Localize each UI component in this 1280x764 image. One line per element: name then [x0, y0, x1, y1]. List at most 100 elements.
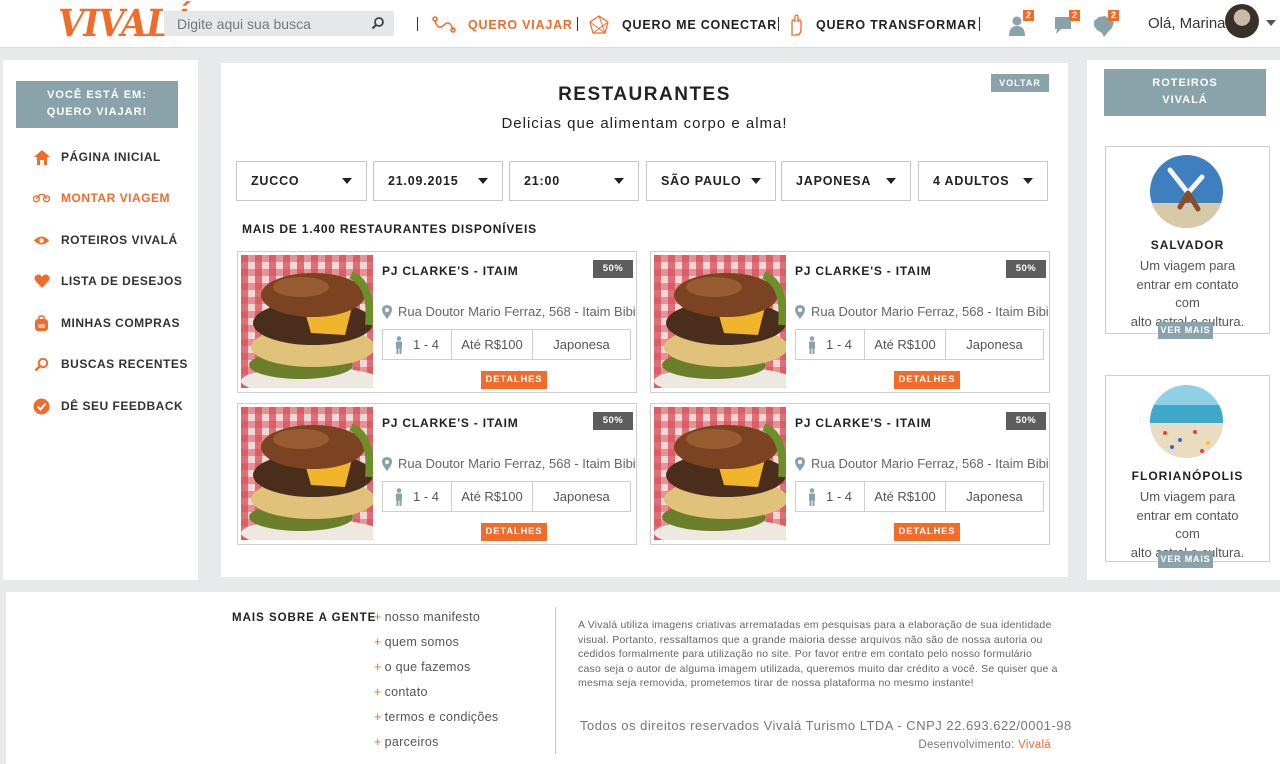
- friends-button[interactable]: 2: [1006, 10, 1034, 38]
- sidebar-item-pagina-inicial[interactable]: PÁGINA INICIAL: [33, 148, 161, 166]
- destination-name: SALVADOR: [1150, 238, 1225, 252]
- chevron-down-icon: [614, 178, 624, 184]
- search-icon[interactable]: [371, 16, 385, 30]
- top-header: VIVALÁ QUERO VIAJAR QUERO ME CONECTAR QU…: [0, 0, 1280, 48]
- footer-link-label: nosso manifesto: [384, 610, 481, 624]
- footer-divider: [555, 607, 556, 754]
- footer-link-parceiros[interactable]: + parceiros: [374, 735, 439, 749]
- footer-link-o-que-fazemos[interactable]: + o que fazemos: [374, 660, 471, 674]
- restaurant-name[interactable]: PJ CLARKE'S - ITAIM: [795, 416, 932, 430]
- cuisine-type: Japonesa: [966, 337, 1023, 352]
- avatar[interactable]: [1225, 4, 1259, 38]
- cuisine-type: Japonesa: [553, 337, 610, 352]
- see-more-button[interactable]: VER MAIS: [1158, 322, 1213, 339]
- person-icon: [395, 335, 402, 354]
- details-button[interactable]: DETALHES: [481, 523, 547, 541]
- restaurant-card[interactable]: PJ CLARKE'S - ITAIM 50% Rua Doutor Mario…: [650, 251, 1050, 393]
- search-box[interactable]: [164, 11, 394, 36]
- sidebar-item-montar-viagem[interactable]: MONTAR VIAGEM: [33, 189, 170, 207]
- bike-icon: [33, 190, 50, 207]
- price-range: Até R$100: [865, 330, 946, 359]
- search-icon: [33, 356, 50, 373]
- filter-city-select[interactable]: SÃO PAULO: [646, 161, 776, 201]
- filter-time-select[interactable]: 21:00: [509, 161, 639, 201]
- restaurant-info: 1 - 4 Até R$100 Japonesa: [382, 329, 631, 360]
- check-icon: [33, 398, 50, 415]
- map-button[interactable]: 2: [1091, 10, 1119, 38]
- restaurant-name[interactable]: PJ CLARKE'S - ITAIM: [382, 416, 519, 430]
- destination-card-salvador[interactable]: SALVADOR Um viagem para entrar em contat…: [1105, 146, 1270, 339]
- chevron-down-icon[interactable]: [1266, 20, 1276, 26]
- route-icon: [432, 16, 456, 33]
- sidebar-item-label: ROTEIROS VIVALÁ: [61, 233, 178, 247]
- nav-quero-viajar[interactable]: QUERO VIAJAR: [432, 16, 573, 33]
- filter-guests-select[interactable]: 4 ADULTOS: [918, 161, 1048, 201]
- see-more-button[interactable]: VER MAIS: [1158, 551, 1213, 568]
- footer-link-quem-somos[interactable]: + quem somos: [374, 635, 459, 649]
- sidebar-item-minhas-compras[interactable]: MINHAS COMPRAS: [33, 314, 180, 332]
- sidebar-item-roteiros-vivala[interactable]: ROTEIROS VIVALÁ: [33, 231, 178, 249]
- restaurant-name[interactable]: PJ CLARKE'S - ITAIM: [795, 264, 932, 278]
- location-pin-icon: [795, 304, 805, 319]
- filter-value: 4 ADULTOS: [933, 174, 1010, 188]
- discount-badge: 50%: [1006, 260, 1046, 278]
- filter-cuisine-select[interactable]: JAPONESA: [781, 161, 911, 201]
- notification-badge: 2: [1069, 10, 1080, 21]
- sidebar-item-de-seu-feedback[interactable]: DÊ SEU FEEDBACK: [33, 397, 183, 415]
- footer-link-manifesto[interactable]: + nosso manifesto: [374, 610, 480, 624]
- sidebar-item-lista-de-desejos[interactable]: LISTA DE DESEJOS: [33, 272, 182, 290]
- sidebar-item-buscas-recentes[interactable]: BUSCAS RECENTES: [33, 355, 188, 373]
- messages-button[interactable]: 2: [1052, 10, 1080, 38]
- details-button[interactable]: DETALHES: [894, 523, 960, 541]
- footer-link-label: quem somos: [384, 635, 460, 649]
- footer: MAIS SOBRE A GENTE + nosso manifesto + que…: [6, 592, 1280, 764]
- right-sidebar: ROTEIROS VIVALÁ SALVADOR Um viagem para …: [1087, 60, 1280, 580]
- left-sidebar: VOCÊ ESTÁ EM: QUERO VIAJAR! PÁGINA INICI…: [3, 60, 198, 580]
- restaurant-name[interactable]: PJ CLARKE'S - ITAIM: [382, 264, 519, 278]
- location-pin-icon: [795, 456, 805, 471]
- burger-photo: [241, 407, 373, 540]
- description-line: Um viagem para: [1139, 258, 1236, 273]
- restaurant-card[interactable]: PJ CLARKE'S - ITAIM 50% Rua Doutor Mario…: [650, 403, 1050, 545]
- filter-restaurant-select[interactable]: ZUCCO: [236, 161, 367, 201]
- location-line2: QUERO VIAJAR!: [46, 106, 148, 118]
- chevron-down-icon: [751, 178, 761, 184]
- developer-link[interactable]: Vivalá: [1018, 739, 1051, 751]
- roteiros-line1: ROTEIROS: [1152, 77, 1218, 89]
- sidebar-item-label: MONTAR VIAGEM: [61, 191, 170, 205]
- details-button[interactable]: DETALHES: [481, 371, 547, 389]
- filter-value: SÃO PAULO: [661, 174, 742, 188]
- roteiros-line2: VIVALÁ: [1162, 94, 1208, 106]
- nav-label: QUERO ME CONECTAR: [622, 18, 778, 32]
- party-size-text: 1 - 4: [412, 337, 439, 352]
- nav-quero-transformar[interactable]: QUERO TRANSFORMAR: [788, 14, 977, 36]
- footer-link-termos[interactable]: + termos e condições: [374, 710, 498, 724]
- cuisine-type: Japonesa: [966, 489, 1023, 504]
- search-input[interactable]: [164, 11, 359, 36]
- party-size-text: 1 - 4: [825, 337, 852, 352]
- person-icon: [808, 335, 815, 354]
- destination-card-florianopolis[interactable]: FLORIANÓPOLIS Um viagem para entrar em c…: [1105, 375, 1270, 568]
- details-button[interactable]: DETALHES: [894, 371, 960, 389]
- sidebar-item-label: LISTA DE DESEJOS: [61, 274, 183, 288]
- restaurant-card[interactable]: PJ CLARKE'S - ITAIM 50% Rua Doutor Mario…: [237, 403, 637, 545]
- address-text: Rua Doutor Mario Ferraz, 568 - Itaim Bib…: [811, 304, 1049, 319]
- home-icon: [33, 149, 50, 166]
- copyright: Todos os direitos reservados Vivalá Turi…: [580, 718, 1072, 733]
- party-size-text: 1 - 4: [825, 489, 852, 504]
- developer-prefix: Desenvolvimento:: [918, 739, 1019, 751]
- address: Rua Doutor Mario Ferraz, 568 - Itaim Bib…: [382, 304, 636, 319]
- nav-quero-me-conectar[interactable]: QUERO ME CONECTAR: [588, 15, 778, 34]
- restaurant-card[interactable]: PJ CLARKE'S - ITAIM 50% Rua Doutor Mario…: [237, 251, 637, 393]
- address: Rua Doutor Mario Ferraz, 568 - Itaim Bib…: [382, 456, 636, 471]
- party-size-text: 1 - 4: [412, 489, 439, 504]
- party-size: 1 - 4: [383, 482, 452, 511]
- location-indicator: VOCÊ ESTÁ EM: QUERO VIAJAR!: [16, 81, 178, 128]
- footer-link-contato[interactable]: + contato: [374, 685, 428, 699]
- sidebar-item-label: PÁGINA INICIAL: [61, 150, 161, 164]
- roteiros-heading: ROTEIROS VIVALÁ: [1104, 69, 1266, 116]
- plus-icon: +: [374, 610, 382, 624]
- location-pin-icon: [382, 304, 392, 319]
- user-greeting[interactable]: Olá, Marina: [1148, 15, 1226, 32]
- filter-date-select[interactable]: 21.09.2015: [373, 161, 503, 201]
